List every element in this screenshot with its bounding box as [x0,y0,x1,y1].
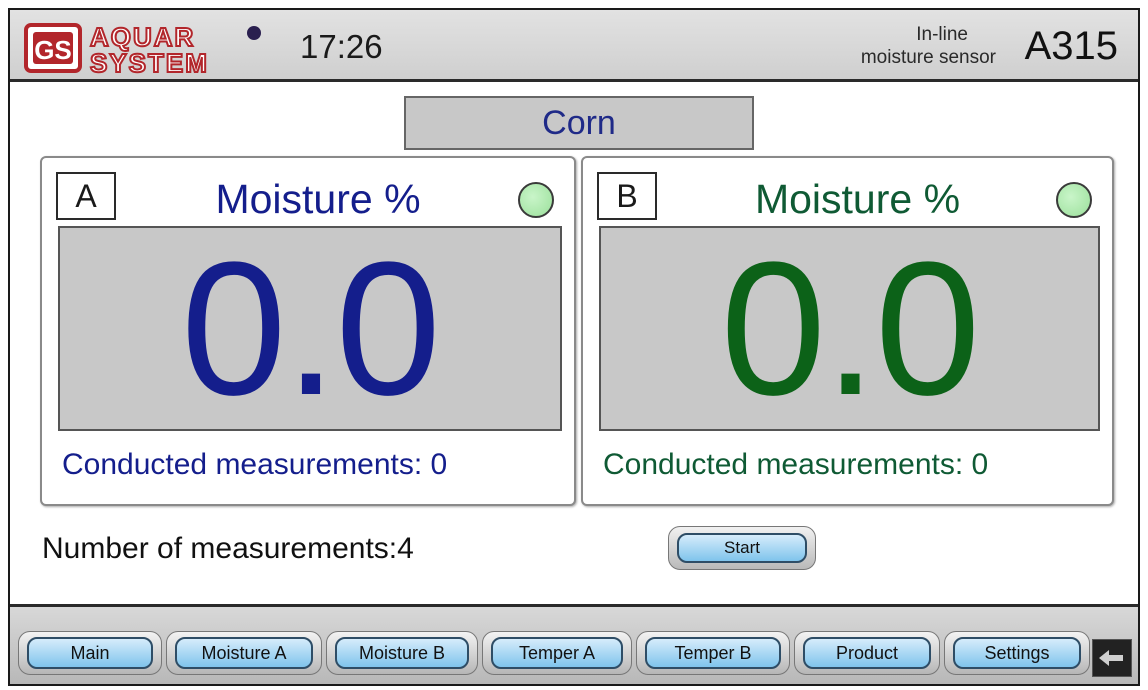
channel-a-moisture-value: 0.0 [180,222,441,435]
header-bar: GS AQUAR SYSTEM 17:26 In-line moisture s… [10,10,1138,82]
channel-b-panel: B Moisture % 0.0 Conducted measurements:… [581,156,1114,506]
number-of-measurements: Number of measurements:4 [42,532,414,566]
channel-a-display: 0.0 [58,226,562,431]
nav-product-button[interactable]: Product [803,637,931,669]
svg-text:GS: GS [34,35,72,65]
back-button[interactable] [1092,639,1132,677]
number-of-measurements-label: Number of measurements: [42,532,398,565]
nav-temper-a-button[interactable]: Temper A [491,637,623,669]
device-subtitle: In-line moisture sensor [796,23,996,69]
channel-b-counter-value: 0 [971,448,989,481]
channel-a-panel: A Moisture % 0.0 Conducted measurements:… [40,156,576,506]
channel-b-title: Moisture % [754,176,961,222]
model-number: A315 [1024,24,1118,68]
nav-temper-b-button[interactable]: Temper B [645,637,781,669]
nav-frame-product: Product [794,631,940,675]
channel-a-status-led-icon [518,182,554,218]
nav-main-button[interactable]: Main [27,637,153,669]
clock: 17:26 [300,28,383,65]
nav-frame-main: Main [18,631,162,675]
nav-frame-temper-a: Temper A [482,631,632,675]
channel-a-counter: Conducted measurements: 0 [62,448,447,482]
bottom-nav: Main Moisture A Moisture B Temper A Temp… [10,604,1138,684]
channel-b-letter: B [597,172,657,220]
channel-a-title: Moisture % [215,176,421,222]
product-name[interactable]: Corn [404,96,754,150]
channel-a-counter-label: Conducted measurements: [62,448,423,481]
back-arrow-icon [1099,650,1123,666]
nav-moisture-b-button[interactable]: Moisture B [335,637,469,669]
nav-frame-moisture-b: Moisture B [326,631,478,675]
channel-b-display: 0.0 [599,226,1100,431]
hmi-window: GS AQUAR SYSTEM 17:26 In-line moisture s… [8,8,1140,686]
start-button-frame: Start [668,526,816,570]
nav-frame-moisture-a: Moisture A [166,631,322,675]
channel-a-counter-value: 0 [430,448,448,481]
nav-settings-button[interactable]: Settings [953,637,1081,669]
start-button[interactable]: Start [677,533,807,563]
channel-b-status-led-icon [1056,182,1092,218]
aquar-system-logo: GS AQUAR SYSTEM [24,21,261,77]
nav-moisture-a-button[interactable]: Moisture A [175,637,313,669]
channel-b-moisture-value: 0.0 [720,222,980,435]
subtitle-line-1: In-line [916,24,968,45]
channel-b-counter: Conducted measurements: 0 [603,448,988,482]
nav-frame-temper-b: Temper B [636,631,790,675]
number-of-measurements-value[interactable]: 4 [397,532,414,565]
subtitle-line-2: moisture sensor [860,47,996,68]
nav-frame-settings: Settings [944,631,1090,675]
channel-b-counter-label: Conducted measurements: [603,448,964,481]
channel-a-letter: A [56,172,116,220]
svg-text:SYSTEM: SYSTEM [90,48,209,77]
